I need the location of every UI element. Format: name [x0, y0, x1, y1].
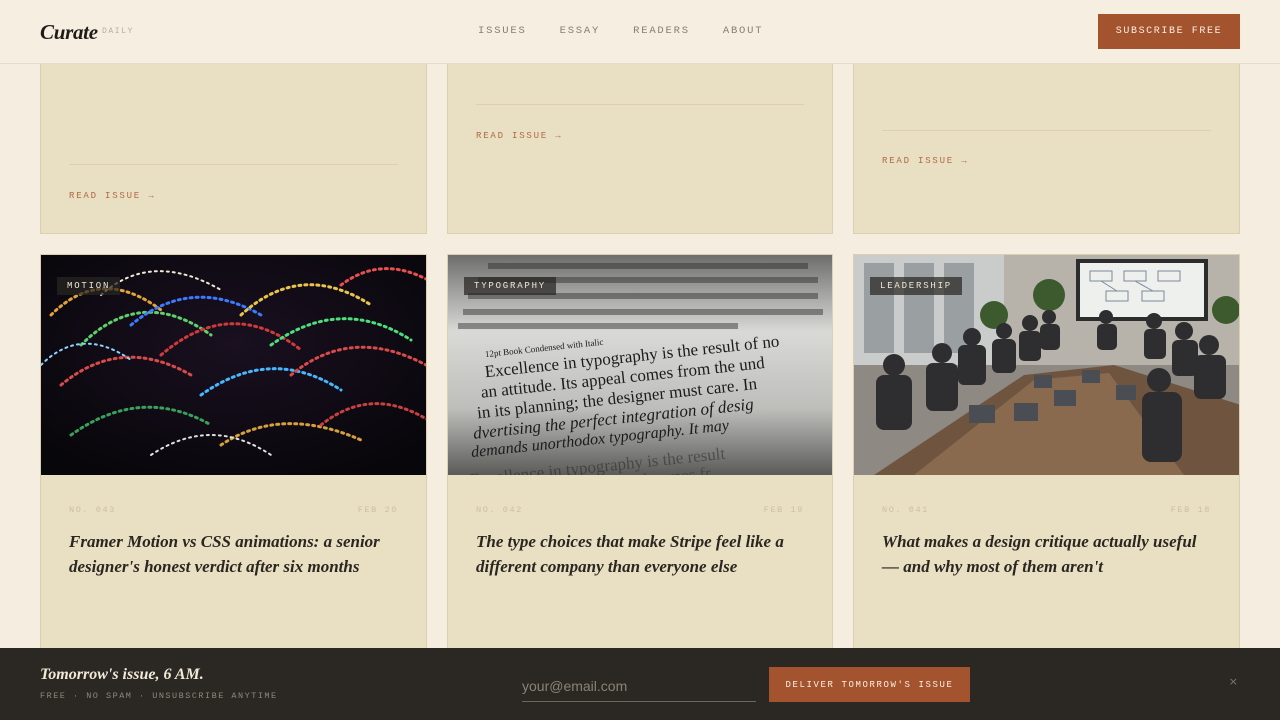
card-divider [882, 130, 1211, 131]
category-tag: LEADERSHIP [870, 277, 963, 295]
email-input[interactable] [522, 670, 756, 702]
main-nav: ISSUES ESSAY READERS ABOUT [478, 25, 796, 37]
signup-subtitle: FREE · NO SPAM · UNSUBSCRIBE ANYTIME [40, 691, 278, 701]
subscribe-button[interactable]: SUBSCRIBE FREE [1098, 14, 1240, 49]
card-divider [476, 104, 804, 105]
issue-number: NO. 043 [69, 505, 116, 515]
issue-card-top-2: READ ISSUE → [447, 40, 833, 234]
nav-issues[interactable]: ISSUES [478, 25, 527, 37]
brand-logo[interactable]: Curate [40, 20, 98, 45]
issue-title[interactable]: What makes a design critique actually us… [882, 529, 1215, 579]
nav-readers[interactable]: READERS [633, 25, 690, 37]
issue-card-043[interactable]: MOTION NO. 043 FEB 20 Framer Motion vs C… [40, 254, 427, 664]
issue-title[interactable]: The type choices that make Stripe feel l… [476, 529, 808, 579]
issue-date: FEB 20 [357, 505, 398, 515]
issue-card-top-1: READ ISSUE → [40, 40, 427, 234]
site-header: Curate DAILY ISSUES ESSAY READERS ABOUT … [0, 0, 1280, 64]
issue-title[interactable]: Framer Motion vs CSS animations: a senio… [69, 529, 402, 579]
deliver-button[interactable]: DELIVER TOMORROW'S ISSUE [769, 667, 970, 702]
signup-title: Tomorrow's issue, 6 AM. [40, 666, 204, 683]
signup-bar: Tomorrow's issue, 6 AM. FREE · NO SPAM ·… [0, 648, 1280, 720]
issue-date: FEB 18 [1170, 505, 1211, 515]
issue-card-top-3: READ ISSUE → [853, 40, 1240, 234]
brand-tagline: DAILY [102, 27, 135, 36]
nav-essay[interactable]: ESSAY [560, 25, 601, 37]
issue-date: FEB 19 [763, 505, 804, 515]
read-issue-link[interactable]: READ ISSUE → [69, 191, 155, 201]
category-tag: TYPOGRAPHY [464, 277, 557, 295]
nav-about[interactable]: ABOUT [723, 25, 764, 37]
card-divider [69, 164, 398, 165]
issue-card-041[interactable]: LEADERSHIP NO. 041 FEB 18 What makes a d… [853, 254, 1240, 664]
category-tag: MOTION [57, 277, 121, 295]
close-icon[interactable]: × [1229, 675, 1238, 688]
read-issue-link[interactable]: READ ISSUE → [882, 156, 968, 166]
issue-number: NO. 042 [476, 505, 523, 515]
issue-number: NO. 041 [882, 505, 929, 515]
read-issue-link[interactable]: READ ISSUE → [476, 131, 562, 141]
issue-card-042[interactable]: 12pt Book Condensed with Italic Excellen… [447, 254, 833, 664]
